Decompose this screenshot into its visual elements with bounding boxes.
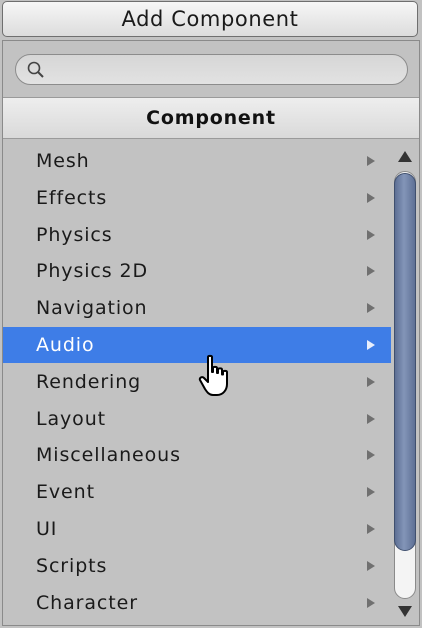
add-component-button[interactable]: Add Component <box>2 1 418 37</box>
component-dropdown-panel: Component Mesh Effects Physics Physics 2D Na… <box>2 40 420 626</box>
menu-item-label: Audio <box>36 334 95 356</box>
chevron-right-icon <box>367 192 375 203</box>
chevron-right-icon <box>367 229 375 240</box>
chevron-right-icon <box>367 560 375 571</box>
menu-item-audio[interactable]: Audio <box>3 327 391 363</box>
chevron-right-icon <box>367 450 375 461</box>
menu-item-ui[interactable]: UI <box>3 511 391 547</box>
menu-item-label: Navigation <box>36 297 148 320</box>
chevron-right-icon <box>367 376 375 387</box>
menu-item-scripts[interactable]: Scripts <box>3 548 391 584</box>
scroll-up-arrow-icon[interactable] <box>398 151 412 162</box>
menu-item-label: Rendering <box>36 370 142 393</box>
chevron-right-icon <box>367 156 375 166</box>
menu-item-character[interactable]: Character <box>3 585 391 621</box>
chevron-right-icon <box>367 487 375 498</box>
menu-item-rendering[interactable]: Rendering <box>3 364 391 400</box>
menu-item-label: Miscellaneous <box>36 444 181 467</box>
menu-item-label: Mesh <box>36 150 90 172</box>
search-area <box>3 41 419 97</box>
menu-item-label: Layout <box>36 407 106 430</box>
menu-item-label: Event <box>36 481 95 504</box>
menu-item-label: Effects <box>36 186 108 209</box>
add-component-button-label: Add Component <box>121 7 299 31</box>
chevron-right-icon <box>367 303 375 314</box>
menu-item-label: Physics 2D <box>36 260 149 283</box>
search-input[interactable] <box>15 54 408 85</box>
menu-item-label: UI <box>36 518 58 540</box>
menu-item-label: Physics <box>36 223 113 246</box>
menu-item-layout[interactable]: Layout <box>3 401 391 437</box>
menu-item-effects[interactable]: Effects <box>3 180 391 216</box>
menu-item-physics[interactable]: Physics <box>3 217 391 253</box>
menu-item-event[interactable]: Event <box>3 474 391 510</box>
search-icon <box>27 61 44 78</box>
menu-item-miscellaneous[interactable]: Miscellaneous <box>3 437 391 473</box>
add-component-window: Add Component Component Mesh Effects Physi… <box>0 0 422 628</box>
menu-item-physics-2d[interactable]: Physics 2D <box>3 253 391 289</box>
hand-pointer-icon <box>198 354 228 396</box>
chevron-right-icon <box>367 413 375 424</box>
menu-item-label: Character <box>36 591 138 614</box>
menu-item-mesh[interactable]: Mesh <box>3 143 391 179</box>
vertical-scrollbar[interactable] <box>392 143 418 625</box>
component-header: Component <box>3 97 419 139</box>
menu-item-label: Scripts <box>36 554 108 577</box>
menu-item-navigation[interactable]: Navigation <box>3 290 391 326</box>
scroll-down-arrow-icon[interactable] <box>398 606 412 617</box>
chevron-right-icon <box>367 524 375 534</box>
component-menu-list: Mesh Effects Physics Physics 2D Navigation Au… <box>3 143 391 625</box>
chevron-right-icon <box>367 597 375 608</box>
scrollbar-thumb[interactable] <box>394 173 416 551</box>
chevron-right-icon <box>367 340 375 350</box>
component-header-title: Component <box>146 107 276 129</box>
chevron-right-icon <box>367 266 375 277</box>
